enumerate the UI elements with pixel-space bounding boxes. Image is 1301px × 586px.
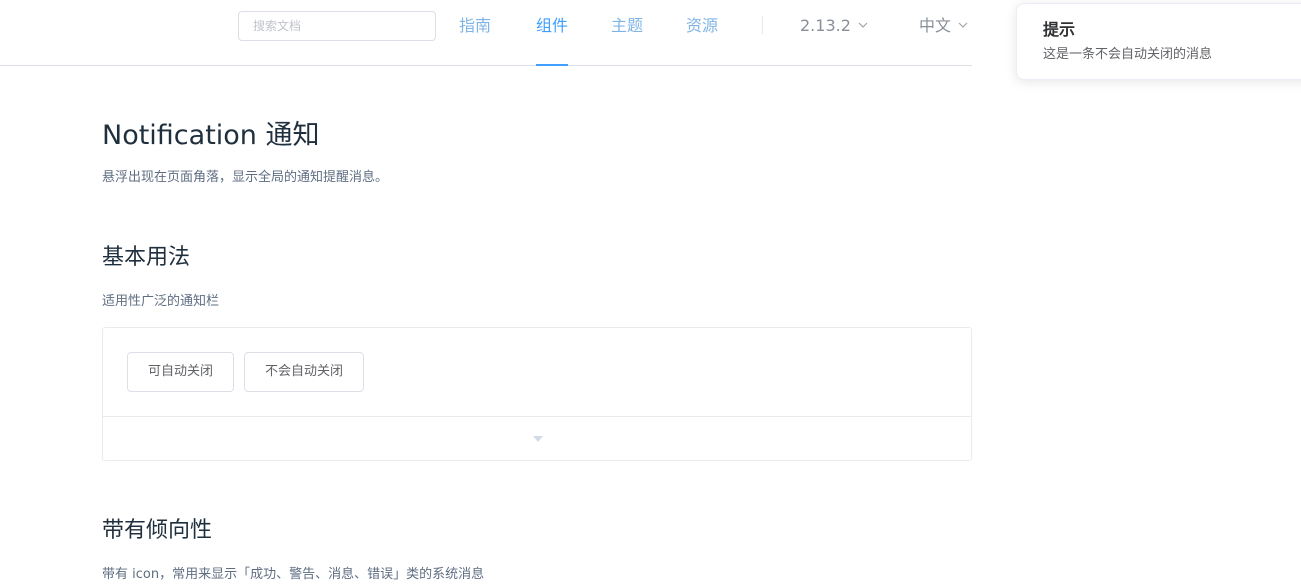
auto-close-button[interactable]: 可自动关闭 xyxy=(127,352,235,392)
no-auto-close-button[interactable]: 不会自动关闭 xyxy=(244,352,365,392)
language-label: 中文 xyxy=(919,16,952,35)
docs-page: 指南 组件 主题 资源 2.13.2 中文 提示 这是一条不会自动关闭的消息 N… xyxy=(0,0,1301,586)
demo-source: 可自动关闭 不会自动关闭 xyxy=(103,328,971,417)
nav-theme[interactable]: 主题 xyxy=(611,0,643,65)
page-description: 悬浮出现在页面角落，显示全局的通知提醒消息。 xyxy=(102,170,389,185)
top-header: 指南 组件 主题 资源 2.13.2 中文 xyxy=(0,0,972,66)
caret-down-icon xyxy=(533,436,543,442)
search-input[interactable] xyxy=(238,11,436,41)
page-title: Notification 通知 xyxy=(102,120,320,151)
version-label: 2.13.2 xyxy=(800,16,851,35)
nav-resource[interactable]: 资源 xyxy=(686,0,718,65)
demo-block: 可自动关闭 不会自动关闭 xyxy=(102,327,972,461)
notification-message: 这是一条不会自动关闭的消息 xyxy=(1043,47,1213,62)
notification-title: 提示 xyxy=(1043,20,1076,39)
section-title-type: 带有倾向性 xyxy=(102,518,213,543)
nav-divider xyxy=(762,16,763,34)
nav-guide[interactable]: 指南 xyxy=(459,0,491,65)
version-dropdown[interactable]: 2.13.2 xyxy=(800,0,869,52)
notification-toast[interactable]: 提示 这是一条不会自动关闭的消息 xyxy=(1016,3,1301,80)
demo-code-toggle[interactable] xyxy=(103,417,971,461)
chevron-down-icon xyxy=(858,22,868,28)
section-description-basic: 适用性广泛的通知栏 xyxy=(102,294,220,309)
language-dropdown[interactable]: 中文 xyxy=(919,0,969,52)
section-description-type: 带有 icon，常用来显示「成功、警告、消息、错误」类的系统消息 xyxy=(102,567,485,582)
nav-component[interactable]: 组件 xyxy=(536,0,569,66)
section-title-basic: 基本用法 xyxy=(102,245,191,270)
chevron-down-icon xyxy=(958,22,968,28)
